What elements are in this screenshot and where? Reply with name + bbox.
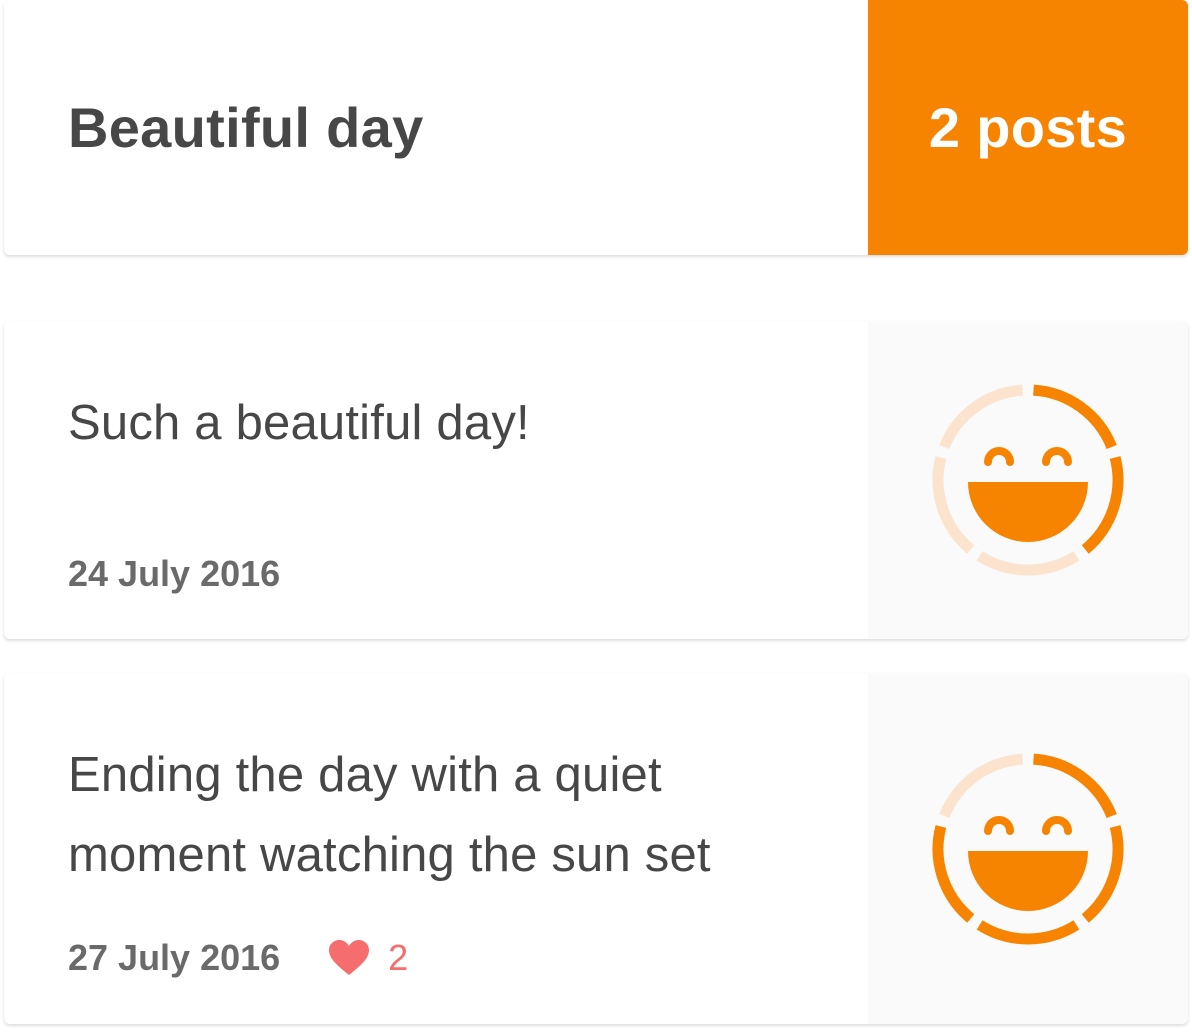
post-date: 24 July 2016 — [68, 553, 281, 594]
post-date: 27 July 2016 — [68, 937, 281, 978]
post-text: Such a beautiful day! — [68, 396, 530, 450]
right-eye — [1042, 815, 1072, 835]
laughing-face-icon — [932, 753, 1124, 944]
mood-ring-track — [932, 753, 1124, 944]
left-eye — [984, 447, 1014, 466]
laughing-face-icon — [932, 384, 1124, 576]
collection-title: Beautiful day — [68, 96, 424, 159]
mood-ring-segment — [1033, 384, 1117, 450]
post-count-badge[interactable]: 2 posts — [868, 0, 1188, 255]
mood-ring-segment — [976, 551, 1080, 576]
post-text: Ending the day with a quiet moment watch… — [68, 748, 711, 882]
smiling-mouth — [968, 482, 1088, 542]
mood-ring-segment — [932, 824, 975, 923]
mood-ring-segment — [976, 919, 1080, 944]
post-card[interactable]: Such a beautiful day! 24 July 2016 — [4, 321, 1188, 639]
post-meta: 27 July 2016 2 — [68, 937, 408, 979]
mood-ring-segment — [1081, 824, 1124, 923]
mood-ring-segment — [1081, 456, 1124, 554]
mood-ring-track — [932, 384, 1124, 576]
like-button[interactable]: 2 — [328, 937, 408, 979]
smiling-mouth — [968, 850, 1088, 911]
like-count: 2 — [388, 937, 409, 978]
collection-header-card: Beautiful day 2 posts — [4, 0, 1188, 255]
mood-panel — [868, 321, 1188, 639]
mood-ring-segment — [932, 456, 975, 554]
mood-ring-segment — [939, 384, 1023, 450]
mood-panel — [868, 673, 1188, 1024]
right-eye — [1042, 447, 1072, 466]
heart-icon — [329, 940, 370, 975]
mood-ring-segment — [1033, 753, 1117, 818]
post-meta: 24 July 2016 — [68, 553, 280, 595]
mood-ring-segment — [939, 753, 1023, 818]
left-eye — [984, 815, 1014, 835]
post-card[interactable]: Ending the day with a quiet moment watch… — [4, 673, 1188, 1024]
